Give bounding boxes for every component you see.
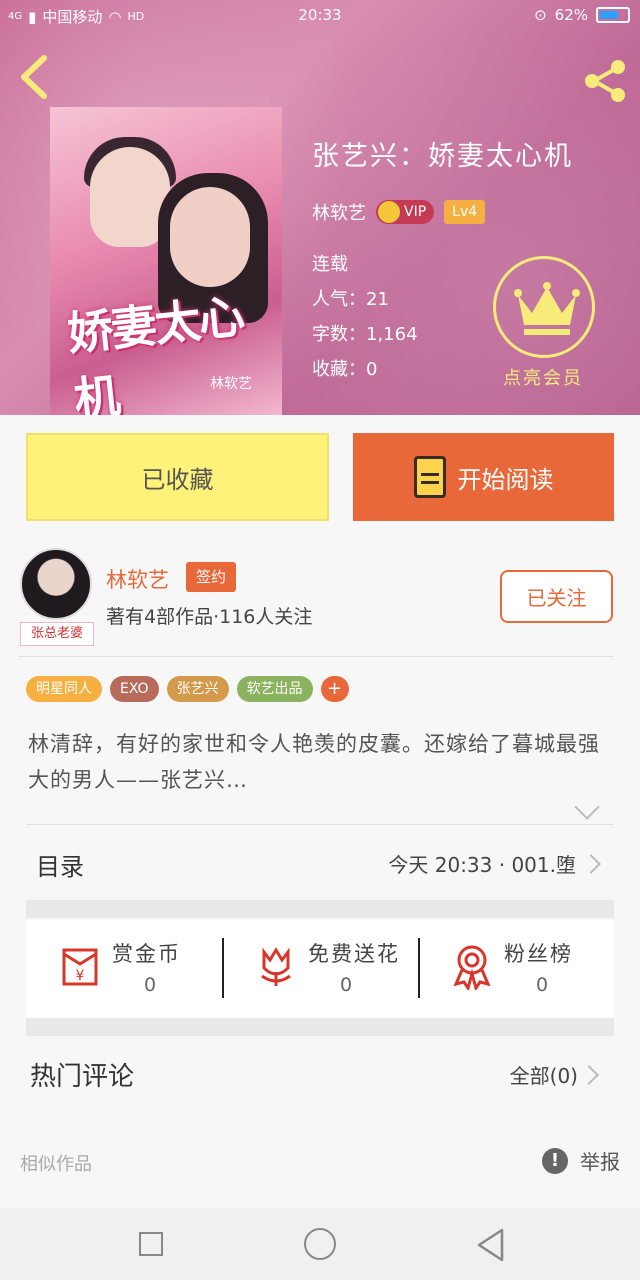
send-flower-label: 免费送花 <box>308 942 400 966</box>
section-gap <box>26 1018 614 1036</box>
recent-apps-icon[interactable] <box>139 1232 163 1256</box>
crown-coin-icon <box>378 201 400 223</box>
battery-icon <box>596 7 630 23</box>
vip-promo-button[interactable] <box>493 256 595 358</box>
table-of-contents-row[interactable]: 目录 今天 20:33 · 001.堕 <box>26 824 614 900</box>
divider <box>18 656 614 657</box>
vip-badge: VIP <box>376 200 435 224</box>
home-icon[interactable] <box>304 1228 336 1260</box>
book-icon <box>413 456 446 498</box>
tag-item[interactable]: 软艺出品 <box>236 676 313 702</box>
book-header: 4G ▮ 中国移动 ◠ HD 20:33 ⊙ 62% 娇妻太心机 林软艺 张艺兴… <box>0 0 640 415</box>
report-button[interactable]: ! 举报 <box>542 1146 620 1175</box>
start-reading-button[interactable]: 开始阅读 <box>353 433 614 521</box>
cover-title: 娇妻太心机 <box>64 288 246 415</box>
svg-text:¥: ¥ <box>76 968 85 984</box>
red-envelope-icon: ¥ <box>62 948 98 986</box>
start-reading-label: 开始阅读 <box>457 465 554 494</box>
back-button[interactable] <box>14 52 54 102</box>
author-name[interactable]: 林软艺 <box>106 564 169 594</box>
reward-coins-value: 0 <box>144 974 157 996</box>
send-flower-value: 0 <box>340 974 353 996</box>
synopsis: 林清辞，有好的家世和令人艳羡的皮囊。还嫁给了暮城最强大的男人——张艺兴… <box>28 732 600 792</box>
reward-coins-label: 赏金币 <box>112 942 181 966</box>
cover-author: 林软艺 <box>210 376 252 392</box>
book-cover[interactable]: 娇妻太心机 林软艺 <box>50 107 282 415</box>
latest-chapter: 今天 20:33 · 001.堕 <box>388 853 576 877</box>
battery-percent: 62% <box>554 6 588 24</box>
level-badge: Lv4 <box>444 200 486 224</box>
hot-comments-label: 热门评论 <box>30 1062 135 1092</box>
send-flower-item[interactable]: 免费送花 0 <box>222 920 418 1018</box>
back-triangle-icon[interactable] <box>476 1228 506 1262</box>
chevron-right-icon <box>581 854 601 874</box>
crown-icon <box>514 282 580 335</box>
all-comments-link[interactable]: 全部(0) <box>510 1060 578 1089</box>
alert-icon: ! <box>542 1147 568 1174</box>
author-stats: 著有4部作品·116人关注 <box>106 606 313 628</box>
tag-list: 明星同人 EXO 张艺兴 软艺出品 + <box>26 676 349 702</box>
tag-item[interactable]: 张艺兴 <box>166 676 229 702</box>
report-label: 举报 <box>580 1150 620 1174</box>
author-avatar[interactable] <box>20 548 92 620</box>
fan-ranking-value: 0 <box>536 974 549 996</box>
toc-label: 目录 <box>36 853 84 881</box>
tag-item[interactable]: 明星同人 <box>26 676 102 702</box>
followed-button[interactable]: 已关注 <box>500 570 613 623</box>
vip-promo-label[interactable]: 点亮会员 <box>503 364 583 390</box>
section-gap <box>26 900 614 918</box>
author-card: 张总老婆 林软艺 签约 著有4部作品·116人关注 已关注 <box>0 540 640 658</box>
status-bar: 4G ▮ 中国移动 ◠ HD 20:33 ⊙ 62% <box>0 0 640 32</box>
system-nav-bar <box>0 1208 640 1280</box>
favorited-button[interactable]: 已收藏 <box>26 433 329 521</box>
avatar-tag: 张总老婆 <box>20 622 94 646</box>
reward-coins-item[interactable]: ¥ 赏金币 0 <box>26 920 222 1018</box>
chevron-right-icon <box>579 1065 599 1085</box>
expand-chevron-down-icon[interactable] <box>574 794 600 820</box>
book-title: 张艺兴：娇妻太心机 <box>312 141 573 172</box>
similar-works-label: 相似作品 <box>20 1154 92 1175</box>
hot-comments-row[interactable]: 热门评论 全部(0) <box>26 1036 614 1112</box>
fan-ranking-item[interactable]: 粉丝榜 0 <box>418 920 614 1018</box>
flower-icon <box>261 947 291 986</box>
book-author[interactable]: 林软艺 <box>312 199 366 225</box>
chevron-left-icon <box>21 55 47 99</box>
ribbon-award-icon <box>453 945 491 990</box>
action-buttons: 已收藏 开始阅读 <box>26 433 614 521</box>
share-button[interactable] <box>582 58 628 104</box>
tag-item[interactable]: EXO <box>110 676 159 702</box>
footer-row: 相似作品 ! 举报 <box>0 1130 640 1190</box>
signed-badge: 签约 <box>186 562 237 592</box>
share-icon <box>585 60 625 102</box>
add-tag-button[interactable]: + <box>320 676 349 702</box>
support-stats: ¥ 赏金币 0 免费送花 0 粉丝榜 0 <box>26 920 614 1018</box>
rotation-lock-icon: ⊙ <box>534 6 547 24</box>
fan-ranking-label: 粉丝榜 <box>504 942 573 966</box>
